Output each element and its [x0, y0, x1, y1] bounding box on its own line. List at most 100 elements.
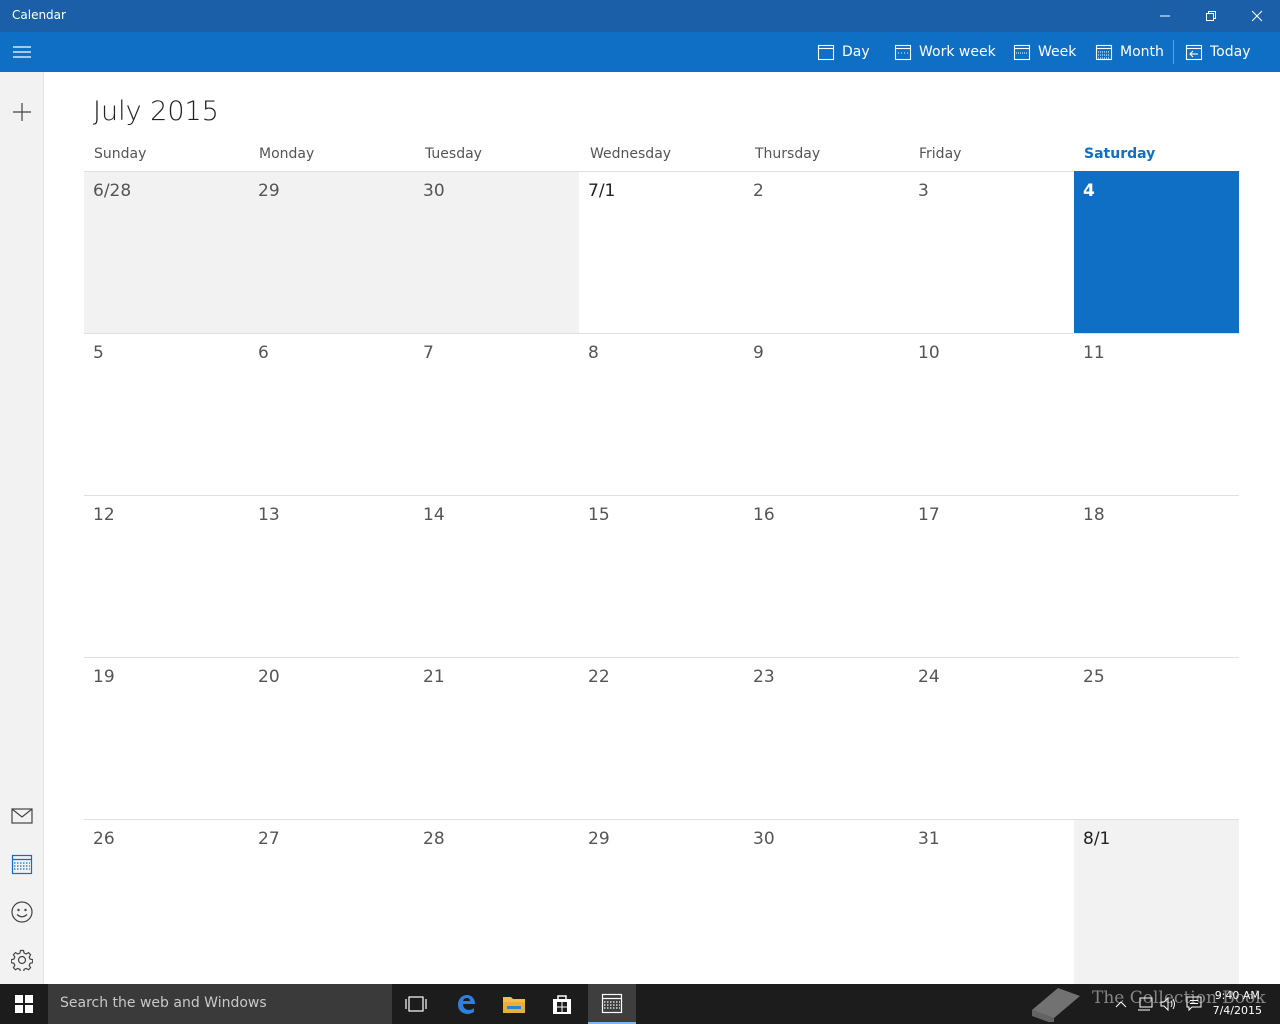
day-cell[interactable]: 28	[414, 819, 579, 981]
day-cell[interactable]: 16	[744, 495, 909, 657]
view-week-label: Week	[1038, 44, 1077, 60]
day-number: 12	[93, 505, 115, 525]
file-explorer-button[interactable]	[490, 984, 538, 1024]
day-number: 23	[753, 667, 775, 687]
day-number: 18	[1083, 505, 1105, 525]
day-cell[interactable]: 24	[909, 657, 1074, 819]
month-title[interactable]: July 2015	[93, 96, 219, 127]
people-button[interactable]	[0, 890, 44, 934]
restore-icon	[1206, 11, 1216, 21]
day-cell[interactable]: 6	[249, 333, 414, 495]
day-cell[interactable]: 30	[744, 819, 909, 981]
day-number: 3	[918, 181, 929, 201]
day-cell[interactable]: 23	[744, 657, 909, 819]
day-cell[interactable]: 26	[84, 819, 249, 981]
view-day-button[interactable]: Day	[817, 32, 870, 72]
edge-icon	[458, 995, 475, 1014]
settings-button[interactable]	[0, 938, 44, 982]
command-bar: Day Work week Week Month Today	[0, 32, 1280, 72]
edge-button[interactable]	[442, 984, 490, 1024]
taskbar-search-input[interactable]: Search the web and Windows	[48, 984, 392, 1024]
day-cell[interactable]: 20	[249, 657, 414, 819]
calendar-app-icon	[601, 993, 623, 1014]
today-icon	[1185, 44, 1203, 61]
day-icon	[817, 44, 835, 61]
store-button[interactable]	[538, 984, 586, 1024]
day-number: 28	[423, 829, 445, 849]
close-icon	[1251, 10, 1263, 22]
day-cell[interactable]: 19	[84, 657, 249, 819]
day-number: 19	[93, 667, 115, 687]
day-cell[interactable]: 29	[249, 171, 414, 333]
day-number: 7/1	[588, 181, 616, 201]
calendar-button[interactable]	[0, 842, 44, 886]
day-cell[interactable]: 31	[909, 819, 1074, 981]
left-rail	[0, 72, 44, 984]
day-cell[interactable]: 22	[579, 657, 744, 819]
today-label: Today	[1210, 44, 1251, 60]
day-cell[interactable]: 8	[579, 333, 744, 495]
day-number: 7	[423, 343, 434, 363]
minimize-button[interactable]	[1142, 0, 1188, 32]
day-number: 30	[753, 829, 775, 849]
start-button[interactable]	[0, 984, 48, 1024]
day-cell[interactable]: 9	[744, 333, 909, 495]
day-cell[interactable]: 14	[414, 495, 579, 657]
windows-logo-icon	[15, 995, 33, 1013]
view-day-label: Day	[842, 44, 870, 60]
day-cell[interactable]: 10	[909, 333, 1074, 495]
today-button[interactable]: Today	[1185, 32, 1251, 72]
week-icon	[1013, 44, 1031, 61]
day-cell[interactable]: 7	[414, 333, 579, 495]
view-work-week-label: Work week	[919, 44, 996, 60]
day-number: 14	[423, 505, 445, 525]
day-number: 31	[918, 829, 940, 849]
day-cell[interactable]: 2	[744, 171, 909, 333]
weekday-header-today: Saturday	[1084, 146, 1156, 162]
close-button[interactable]	[1234, 0, 1280, 32]
day-cell[interactable]: 18	[1074, 495, 1239, 657]
view-month-button[interactable]: Month	[1095, 32, 1164, 72]
day-cell-today[interactable]: 4	[1074, 171, 1239, 333]
settings-icon	[11, 949, 33, 971]
hamburger-button[interactable]	[0, 32, 44, 72]
day-number: 13	[258, 505, 280, 525]
day-number: 8	[588, 343, 599, 363]
task-view-icon	[405, 996, 427, 1012]
day-number: 29	[588, 829, 610, 849]
day-cell[interactable]: 30	[414, 171, 579, 333]
day-number: 16	[753, 505, 775, 525]
day-cell[interactable]: 29	[579, 819, 744, 981]
day-cell[interactable]: 7/1	[579, 171, 744, 333]
mail-button[interactable]	[0, 794, 44, 838]
view-work-week-button[interactable]: Work week	[894, 32, 996, 72]
mail-icon	[11, 808, 33, 824]
task-view-button[interactable]	[392, 984, 440, 1024]
day-cell[interactable]: 8/1	[1074, 819, 1239, 984]
day-cell[interactable]: 27	[249, 819, 414, 981]
day-cell[interactable]: 13	[249, 495, 414, 657]
day-cell[interactable]: 12	[84, 495, 249, 657]
view-week-button[interactable]: Week	[1013, 32, 1076, 72]
weekday-header: Wednesday	[590, 146, 672, 162]
calendar-taskbar-button[interactable]	[588, 984, 636, 1024]
day-cell[interactable]: 15	[579, 495, 744, 657]
day-cell[interactable]: 6/28	[84, 171, 249, 333]
day-cell[interactable]: 21	[414, 657, 579, 819]
restore-button[interactable]	[1188, 0, 1234, 32]
day-cell[interactable]: 5	[84, 333, 249, 495]
hamburger-icon	[13, 46, 31, 58]
store-icon	[553, 995, 571, 1014]
new-event-button[interactable]	[0, 90, 44, 134]
day-cell[interactable]: 3	[909, 171, 1074, 333]
day-number: 6/28	[93, 181, 132, 201]
book-logo-icon	[1032, 988, 1080, 1022]
day-number: 26	[93, 829, 115, 849]
day-cell[interactable]: 25	[1074, 657, 1239, 819]
day-cell[interactable]: 17	[909, 495, 1074, 657]
minimize-icon	[1160, 15, 1170, 17]
day-number: 25	[1083, 667, 1105, 687]
window-title: Calendar	[12, 8, 66, 22]
day-cell[interactable]: 11	[1074, 333, 1239, 495]
watermark: The Collection Book	[1028, 978, 1268, 1024]
